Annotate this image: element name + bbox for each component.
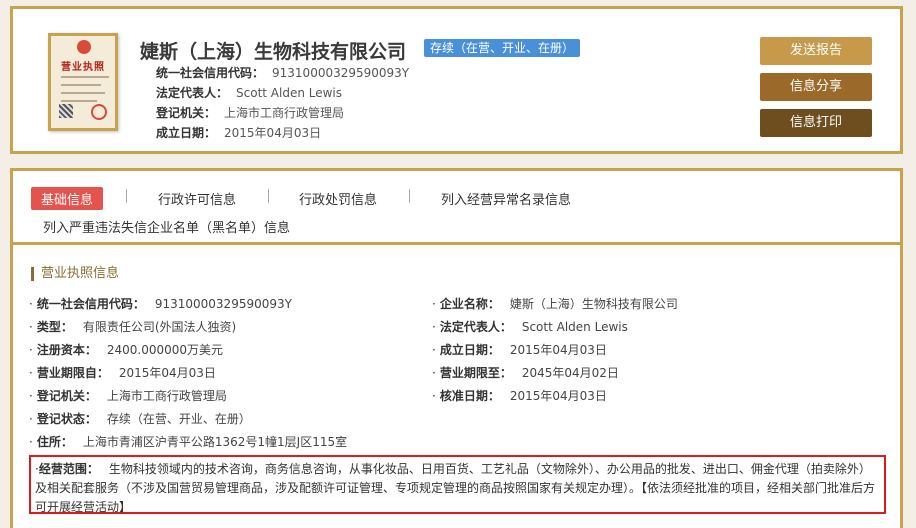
meta-registry-value: 上海市工商行政管理局 (224, 106, 345, 120)
field-legal-rep: · 法定代表人： Scott Alden Lewis (432, 320, 628, 334)
field-established: · 成立日期： 2015年04月03日 (432, 343, 607, 357)
field-label: 企业名称： (439, 297, 500, 311)
license-icon-title: 营业执照 (61, 62, 105, 73)
field-label: 统一社会信用代码： (36, 297, 145, 311)
seal-icon (91, 104, 107, 120)
meta-credit-code-label: 统一社会信用代码： (156, 66, 265, 80)
status-badge: 存续（在营、开业、在册） (424, 39, 581, 57)
field-label: 登记机关： (36, 389, 97, 403)
field-registry: · 登记机关： 上海市工商行政管理局 (29, 389, 227, 403)
print-info-button[interactable]: 信息打印 (760, 109, 872, 137)
field-label: 登记状态： (36, 412, 97, 426)
field-value: 2015年04月03日 (118, 366, 216, 380)
field-value: 2015年04月03日 (509, 343, 607, 357)
meta-established-label: 成立日期： (156, 126, 217, 140)
field-value: 婕斯（上海）生物科技有限公司 (509, 297, 678, 311)
field-label: 住所： (36, 435, 73, 449)
business-scope-box: ·经营范围： 生物科技领域内的技术咨询，商务信息咨询，从事化妆品、日用百货、工艺礼… (29, 455, 886, 514)
field-term-to: · 营业期限至： 2045年04月02日 (432, 366, 619, 380)
qr-code-icon (59, 104, 73, 118)
tab-basic-info[interactable]: 基础信息 (31, 187, 104, 210)
field-label: 营业期限自： (36, 366, 109, 380)
field-label: 法定代表人： (439, 320, 512, 334)
field-value: 2045年04月02日 (521, 366, 619, 380)
meta-established: 成立日期： 2015年04月03日 (156, 124, 321, 141)
company-header-card: 营业执照 婕斯（上海）生物科技有限公司 存续（在营、开业、在册） 统一社会信用代… (10, 6, 903, 154)
tab-abnormal-list[interactable]: 列入经营异常名录信息 (441, 189, 571, 208)
meta-registry: 登记机关： 上海市工商行政管理局 (156, 104, 344, 121)
field-label: 类型： (36, 320, 73, 334)
company-detail-card: 基础信息 行政许可信息 行政处罚信息 列入经营异常名录信息 列入严重违法失信企业… (10, 168, 903, 528)
share-info-button[interactable]: 信息分享 (760, 73, 872, 101)
field-label: 成立日期： (439, 343, 500, 357)
meta-registry-label: 登记机关： (156, 106, 217, 120)
meta-credit-code-value: 91310000329590093Y (272, 66, 410, 80)
field-value: 2015年04月03日 (509, 389, 607, 403)
tabs-bar: 基础信息 行政许可信息 行政处罚信息 列入经营异常名录信息 列入严重违法失信企业… (13, 171, 900, 241)
tabs-divider (13, 242, 900, 245)
field-status: · 登记状态： 存续（在营、开业、在册） (29, 412, 251, 426)
field-value: Scott Alden Lewis (521, 320, 628, 334)
tab-blacklist[interactable]: 列入严重违法失信企业名单（黑名单）信息 (43, 217, 290, 236)
field-value: 有限责任公司(外国法人独资) (82, 320, 237, 334)
business-scope-value: 生物科技领域内的技术咨询，商务信息咨询，从事化妆品、日用百货、工艺礼品（文物除外… (35, 462, 876, 514)
business-scope-label: 经营范围： (38, 462, 99, 476)
business-license-icon[interactable]: 营业执照 (48, 33, 118, 131)
field-capital: · 注册资本： 2400.000000万美元 (29, 343, 224, 357)
meta-established-value: 2015年04月03日 (224, 126, 322, 140)
tab-admin-penalty[interactable]: 行政处罚信息 (299, 189, 377, 208)
field-label: 注册资本： (36, 343, 97, 357)
field-value: 存续（在营、开业、在册） (106, 412, 251, 426)
section-title: 营业执照信息 (31, 267, 119, 281)
field-type: · 类型： 有限责任公司(外国法人独资) (29, 320, 237, 334)
meta-credit-code: 统一社会信用代码： 91310000329590093Y (156, 64, 409, 81)
send-report-button[interactable]: 发送报告 (760, 37, 872, 65)
meta-legal-rep-value: Scott Alden Lewis (236, 86, 343, 100)
field-value: 上海市工商行政管理局 (106, 389, 227, 403)
field-company-name: · 企业名称： 婕斯（上海）生物科技有限公司 (432, 297, 678, 311)
meta-legal-rep-label: 法定代表人： (156, 86, 229, 100)
company-name-title: 婕斯（上海）生物科技有限公司 (140, 41, 407, 63)
field-value: 91310000329590093Y (154, 297, 292, 311)
field-credit-code: · 统一社会信用代码： 91310000329590093Y (29, 297, 292, 311)
meta-legal-rep: 法定代表人： Scott Alden Lewis (156, 84, 342, 101)
field-address: · 住所： 上海市青浦区沪青平公路1362号1幢1层J区115室 (29, 435, 348, 449)
field-approved: · 核准日期： 2015年04月03日 (432, 389, 607, 403)
field-label: 核准日期： (439, 389, 500, 403)
tab-admin-license[interactable]: 行政许可信息 (158, 189, 236, 208)
field-value: 上海市青浦区沪青平公路1362号1幢1层J区115室 (82, 435, 348, 449)
national-emblem-icon (77, 40, 91, 54)
field-term-from: · 营业期限自： 2015年04月03日 (29, 366, 216, 380)
field-value: 2400.000000万美元 (106, 343, 224, 357)
field-label: 营业期限至： (439, 366, 512, 380)
